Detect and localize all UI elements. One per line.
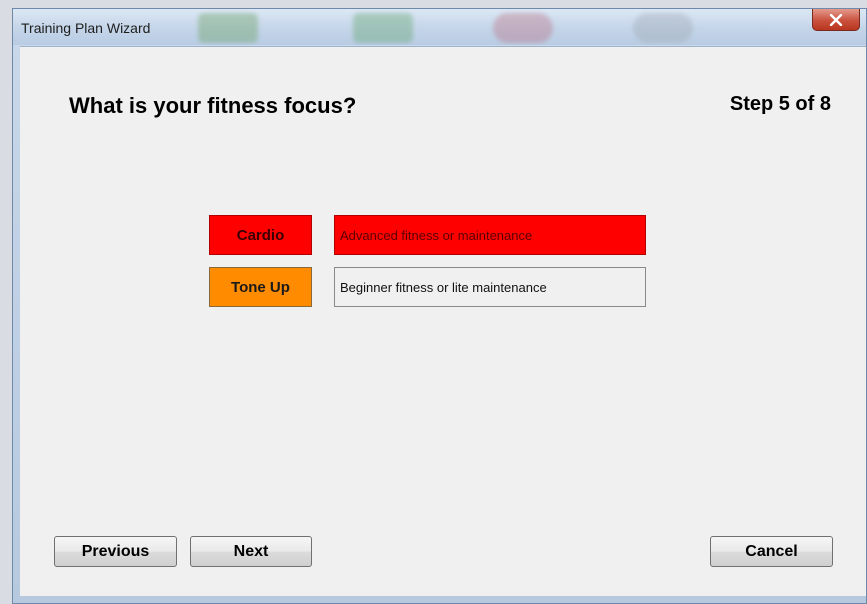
step-indicator: Step 5 of 8 xyxy=(729,93,831,115)
background-blur-shape xyxy=(353,13,413,43)
page-title: What is your fitness focus? xyxy=(69,93,357,118)
background-blur-shape xyxy=(633,13,693,43)
next-button[interactable]: Next xyxy=(190,536,312,567)
previous-button[interactable]: Previous xyxy=(54,536,177,567)
tone-up-option-description: Beginner fitness or lite maintenance xyxy=(334,267,646,307)
cancel-button[interactable]: Cancel xyxy=(710,536,833,567)
background-blur-shape xyxy=(198,13,258,43)
cardio-option-description: Advanced fitness or maintenance xyxy=(334,215,646,255)
close-button[interactable] xyxy=(812,9,860,31)
tone-up-option-button[interactable]: Tone Up xyxy=(209,267,312,307)
wizard-window: Training Plan Wizard What is your fitnes… xyxy=(12,8,867,604)
close-icon xyxy=(829,13,843,26)
background-blur-shape xyxy=(493,13,553,43)
cardio-option-button[interactable]: Cardio xyxy=(209,215,312,255)
wizard-content: What is your fitness focus? Step 5 of 8 … xyxy=(20,46,866,596)
title-bar[interactable]: Training Plan Wizard xyxy=(13,9,866,45)
window-title: Training Plan Wizard xyxy=(21,20,151,36)
